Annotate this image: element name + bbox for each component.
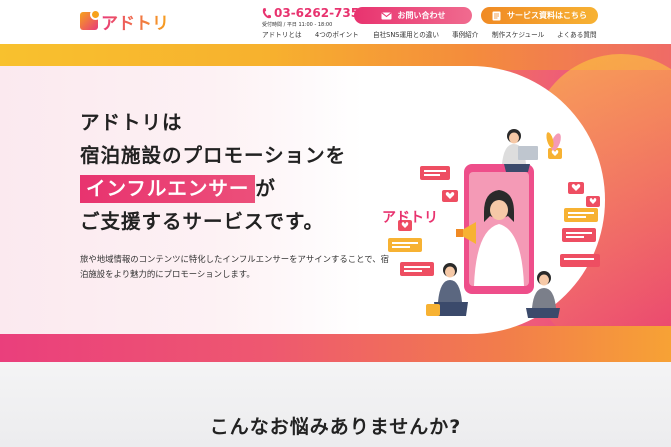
headline-line-3: インフルエンサーが [80,172,346,205]
heart-bubble-icon [568,182,584,194]
problems-section-title: こんなお悩みありませんか? [209,416,462,438]
site-header: アドトリ 03-6262-7354 受付時間 / 平日 11:00 - 18:0… [0,0,671,44]
headline-accent: インフルエンサー [80,175,256,203]
mail-icon [380,11,392,19]
phone-number[interactable]: 03-6262-7354 [262,6,367,20]
chat-bubble-icon [400,262,434,276]
hero-section: アドトリは 宿泊施設のプロモーションを インフルエンサーが ご支援するサービスで… [0,44,671,362]
illustration-logo: アドトリ [382,210,438,226]
nav-item-schedule[interactable]: 制作スケジュール [492,29,544,39]
hero-headline: アドトリは 宿泊施設のプロモーションを インフルエンサーが ご支援するサービスで… [80,106,346,238]
heart-bubble-icon [442,190,458,202]
main-nav: アドトリとは 4つのポイント 自社SNS運用との違い 事例紹介 制作スケジュール… [0,29,671,41]
logo-mark-icon [80,9,101,30]
nav-item-faq[interactable]: よくある質問 [557,29,597,39]
document-icon [492,11,501,20]
service-docs-button-label: サービス資料はこちら [507,11,587,20]
contact-button[interactable]: お問い合わせ [354,7,472,24]
service-docs-button[interactable]: サービス資料はこちら [481,7,598,24]
chat-bubble-icon [564,208,598,222]
nav-item-about[interactable]: アドトリとは [262,29,302,39]
headline-line-2: 宿泊施設のプロモーションを [80,144,347,167]
person-with-laptop-illustration [502,129,538,172]
nav-item-points[interactable]: 4つのポイント [315,29,359,39]
hero-description: 旅や地域情報のコンテンツに特化したインフルエンサーをアサインすることで、宿泊施設… [80,254,390,279]
headline-line-3-suffix: が [255,177,276,200]
problems-section: こんなお悩みありませんか? [0,362,671,447]
nav-item-sns-difference[interactable]: 自社SNS運用との違い [373,29,439,39]
chat-bubble-icon [562,228,596,242]
nav-item-case-studies[interactable]: 事例紹介 [452,29,478,39]
headline-line-1: アドトリは [80,111,183,134]
business-hours: 受付時間 / 平日 11:00 - 18:00 [262,22,333,28]
contact-button-label: お問い合わせ [397,11,446,20]
chat-bubble-icon [388,238,422,252]
chat-bubble-icon [560,254,600,267]
hero-illustration: アドトリ [382,129,600,318]
phone-icon [262,7,271,18]
chat-bubble-icon [420,166,450,180]
headline-line-4: ご支援するサービスです。 [80,210,325,233]
heart-bubble-icon [586,196,600,207]
